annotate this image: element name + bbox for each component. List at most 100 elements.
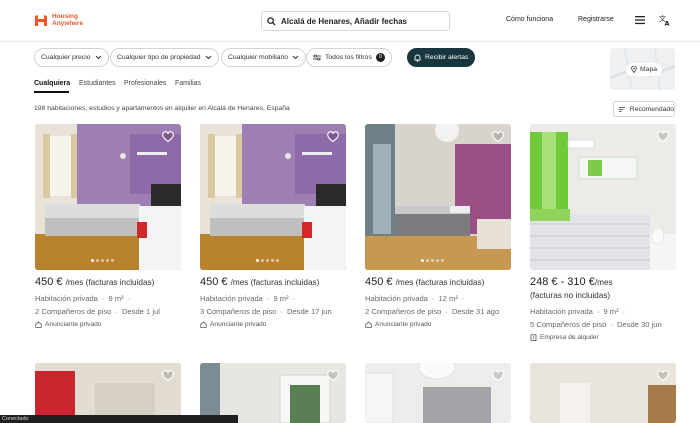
- listing-availability: 2 Compañeros de piso · Desde 1 jul: [35, 307, 160, 316]
- price-suffix: /mes: [594, 278, 613, 287]
- logo-line2: Anywhere: [52, 20, 84, 27]
- all-filters-button[interactable]: Todos los filtros 0: [306, 48, 392, 67]
- tab-any[interactable]: Cualquiera: [34, 80, 70, 87]
- chevron-down-icon: [205, 55, 211, 60]
- house-icon: [365, 321, 372, 328]
- heart-icon[interactable]: [492, 131, 504, 143]
- price-suffix: /mes (facturas incluidas): [395, 278, 485, 287]
- heart-icon[interactable]: [162, 131, 174, 143]
- price-amount: 450 €: [365, 276, 393, 288]
- tab-professionals[interactable]: Profesionales: [124, 80, 166, 87]
- listing-price: 450 € /mes (facturas incluidas): [200, 276, 319, 288]
- heart-icon[interactable]: [327, 370, 339, 382]
- heart-icon[interactable]: [162, 370, 174, 382]
- property-type-filter[interactable]: Cualquier tipo de propiedad: [110, 48, 219, 67]
- owner-label: Anunciante privado: [210, 321, 267, 328]
- furniture-filter[interactable]: Cualquier mobiliario: [221, 48, 307, 67]
- room-photo-image: [35, 363, 181, 423]
- logo-line1: Housing: [52, 13, 78, 20]
- listing-owner: Anunciante privado: [365, 321, 431, 328]
- tab-families[interactable]: Familias: [175, 80, 201, 87]
- owner-label: Empresa de alquiler: [540, 334, 599, 341]
- map-pin-icon: [631, 66, 637, 73]
- price-suffix: /mes (facturas incluidas): [230, 278, 320, 287]
- room-photo-image: [35, 124, 181, 270]
- heart-icon[interactable]: [657, 370, 669, 382]
- results-count: 198 habitaciones, estudios y apartamento…: [34, 105, 290, 112]
- heart-icon[interactable]: [492, 370, 504, 382]
- register-link[interactable]: Registrarse: [578, 16, 614, 23]
- listing-details: Habitación privada · 9 m² ·: [35, 294, 131, 303]
- top-header: Housing Anywhere Alcalá de Henares, Añad…: [0, 0, 700, 42]
- listing-details: Habitación privada · 12 m² ·: [365, 294, 465, 303]
- price-filter-label: Cualquier precio: [41, 54, 91, 61]
- how-it-works-link[interactable]: Cómo funciona: [506, 16, 553, 23]
- listing-price: 450 € /mes (facturas incluidas): [365, 276, 484, 288]
- listing-size: 12 m²: [438, 294, 458, 303]
- heart-icon[interactable]: [657, 131, 669, 143]
- language-icon[interactable]: 文 A: [659, 14, 671, 26]
- listing-type: Habitación privada: [35, 294, 98, 303]
- price-amount: 450 €: [200, 276, 228, 288]
- price-amount: 450 €: [35, 276, 63, 288]
- heart-icon[interactable]: [327, 131, 339, 143]
- listing-availability: 5 Compañeros de piso · Desde 30 jun: [530, 320, 662, 329]
- search-bar[interactable]: Alcalá de Henares, Añadir fechas: [261, 11, 450, 31]
- price-note: (facturas no incluidas): [530, 291, 611, 300]
- listing-type: Habitación privada: [530, 307, 593, 316]
- menu-icon[interactable]: [634, 14, 646, 26]
- map-label: Mapa: [640, 66, 658, 73]
- tab-students[interactable]: Estudiantes: [79, 80, 116, 87]
- furniture-filter-label: Cualquier mobiliario: [228, 54, 289, 61]
- listing-size: 9 m²: [273, 294, 289, 303]
- listing-roommates: 3 Compañeros de piso: [200, 307, 277, 316]
- listing-size: 9 m²: [603, 307, 619, 316]
- room-photo-image: [365, 124, 511, 270]
- listing-photo[interactable]: [530, 363, 676, 423]
- listing-owner: Anunciante privado: [35, 321, 101, 328]
- chevron-down-icon: [292, 55, 299, 60]
- listing-photo[interactable]: [35, 363, 181, 423]
- receive-alerts-button[interactable]: Recibir alertas: [407, 48, 476, 67]
- map-label-pill: Mapa: [626, 63, 663, 76]
- listing-available: Desde 30 jun: [616, 320, 662, 329]
- listing-details: Habitación privada · 9 m² ·: [530, 307, 626, 316]
- house-icon: [35, 321, 42, 328]
- house-icon: [200, 321, 207, 328]
- svg-text:A: A: [665, 20, 670, 27]
- listing-photo[interactable]: [200, 124, 346, 270]
- room-photo-image: [365, 363, 511, 423]
- listing-size: 9 m²: [108, 294, 124, 303]
- listing-type: Habitación privada: [365, 294, 428, 303]
- all-filters-label: Todos los filtros: [325, 54, 372, 61]
- chevron-down-icon: [95, 55, 101, 60]
- carousel-dots: [256, 259, 279, 262]
- connection-status-bar: Conectado: [0, 415, 238, 423]
- listing-photo[interactable]: [365, 363, 511, 423]
- listing-photo[interactable]: [365, 124, 511, 270]
- listing-price: 248 € - 310 €/mes: [530, 276, 613, 288]
- sort-button[interactable]: Recomendado: [613, 101, 675, 117]
- listing-type: Habitación privada: [200, 294, 263, 303]
- owner-label: Anunciante privado: [45, 321, 102, 328]
- price-amount: 248 € - 310 €: [530, 276, 595, 288]
- listing-photo[interactable]: [200, 363, 346, 423]
- map-button[interactable]: Mapa: [610, 48, 675, 90]
- room-photo-image: [530, 363, 676, 423]
- logo-house-icon: [35, 14, 47, 26]
- listing-available: Desde 31 ago: [451, 307, 500, 316]
- listing-photo[interactable]: [530, 124, 676, 270]
- housing-anywhere-logo[interactable]: Housing Anywhere: [34, 13, 83, 27]
- listing-available: Desde 17 jun: [286, 307, 332, 316]
- carousel-dots: [91, 259, 114, 262]
- listing-photo[interactable]: [35, 124, 181, 270]
- sort-label: Recomendado: [629, 105, 674, 113]
- listing-roommates: 5 Compañeros de piso: [530, 320, 607, 329]
- sliders-icon: [313, 54, 321, 61]
- listing-availability: 2 Compañeros de piso · Desde 31 ago: [365, 307, 500, 316]
- active-tab-indicator: [34, 91, 69, 93]
- listing-availability: 3 Compañeros de piso · Desde 17 jun: [200, 307, 332, 316]
- price-filter[interactable]: Cualquier precio: [34, 48, 109, 67]
- listing-roommates: 2 Compañeros de piso: [365, 307, 442, 316]
- price-suffix: /mes (facturas incluidas): [65, 278, 155, 287]
